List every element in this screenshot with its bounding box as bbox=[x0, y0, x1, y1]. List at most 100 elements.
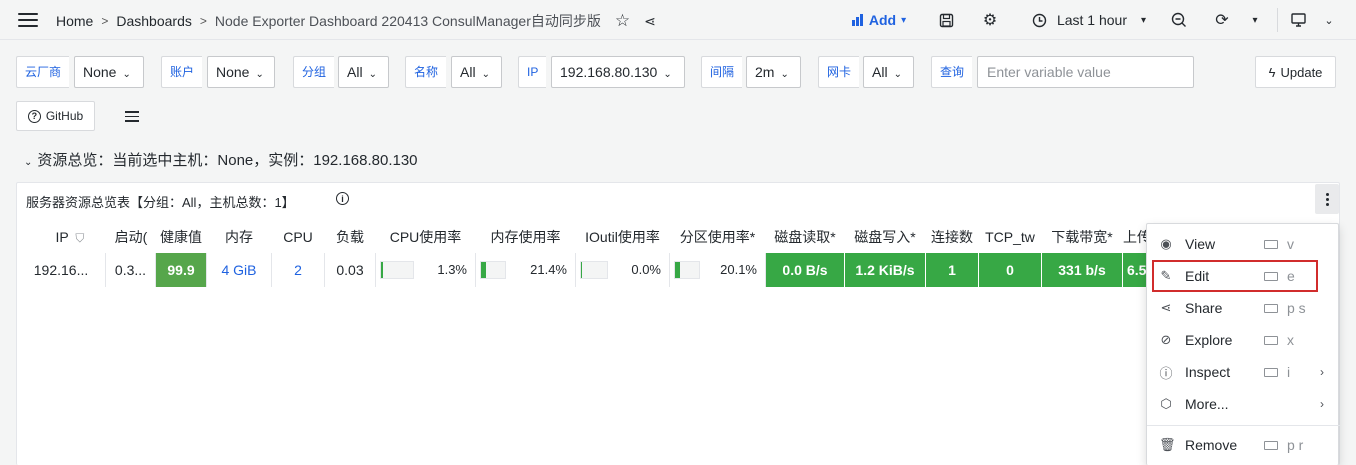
chevron-down-icon: ⌄ bbox=[481, 69, 490, 80]
column-header-cpu-usage[interactable]: CPU使用率 bbox=[376, 223, 475, 251]
column-header-disk-read[interactable]: 磁盘读取* bbox=[766, 223, 844, 251]
cell-tcp-tw: 0 bbox=[979, 253, 1042, 287]
cube-icon: ⬡ bbox=[1160, 396, 1172, 411]
variable-select-cloud[interactable]: None ⌄ bbox=[74, 56, 144, 88]
breadcrumb-home[interactable]: Home bbox=[56, 13, 93, 29]
chevron-right-icon: > bbox=[199, 14, 207, 28]
variable-select-group[interactable]: All ⌄ bbox=[338, 56, 389, 88]
menu-item-edit[interactable]: ✎ Edit e bbox=[1152, 260, 1318, 292]
chevron-down-icon: ⌄ bbox=[122, 69, 131, 80]
cell-health: 99.9 bbox=[156, 253, 207, 287]
menu-item-view[interactable]: ◉ View v bbox=[1147, 228, 1340, 260]
chevron-down-icon: ⌄ bbox=[368, 69, 377, 80]
chevron-down-icon[interactable]: ⌄ bbox=[1320, 8, 1338, 32]
variable-label-name: 名称 bbox=[405, 56, 447, 88]
menu-item-inspect[interactable]: ⓘ Inspect i › bbox=[1147, 356, 1340, 388]
cell-mem-usage: 21.4% bbox=[476, 253, 576, 287]
add-panel-icon bbox=[851, 14, 863, 26]
variable-select-name[interactable]: All ⌄ bbox=[451, 56, 502, 88]
cell-download: 331 b/s bbox=[1042, 253, 1123, 287]
menu-item-remove[interactable]: 🗑 Remove p r bbox=[1147, 429, 1340, 461]
variable-value: None bbox=[216, 64, 250, 80]
cell-partition: 20.1% bbox=[670, 253, 766, 287]
variable-value: None bbox=[83, 64, 117, 80]
column-header-load[interactable]: 负载 bbox=[325, 223, 375, 251]
keyboard-icon bbox=[1264, 271, 1278, 281]
variable-label-interval: 间隔 bbox=[701, 56, 743, 88]
github-link-button[interactable]: ? GitHub bbox=[16, 101, 95, 131]
breadcrumb-dashboards[interactable]: Dashboards bbox=[116, 13, 192, 29]
add-label: Add bbox=[868, 12, 897, 28]
column-header-ip[interactable]: IP ⛉ bbox=[35, 223, 105, 251]
column-header-cpu[interactable]: CPU bbox=[272, 223, 324, 251]
github-label: GitHub bbox=[45, 109, 84, 123]
row-title: 资源总览：当前选中主机：None，实例：192.168.80.130 bbox=[37, 152, 418, 169]
column-header-tcp-tw[interactable]: TCP_tw bbox=[979, 223, 1041, 251]
breadcrumb: Home > Dashboards > Node Exporter Dashbo… bbox=[56, 11, 656, 31]
cell-cpu-usage: 1.3% bbox=[376, 253, 476, 287]
refresh-interval-chevron-icon[interactable]: ▾ bbox=[1246, 8, 1264, 32]
panel-menu-button[interactable] bbox=[1315, 184, 1339, 214]
server-overview-panel: 服务器资源总览表【分组：All，主机总数：1】 i IP ⛉ 启动( 健康值 内… bbox=[16, 182, 1340, 465]
time-range-picker[interactable]: Last 1 hour ▾ bbox=[1024, 8, 1154, 32]
chevron-down-icon: ⌄ bbox=[255, 69, 264, 80]
star-icon[interactable]: ☆ bbox=[615, 11, 630, 31]
menu-shortcut: p s bbox=[1287, 300, 1306, 316]
clock-icon bbox=[1032, 13, 1047, 27]
variable-select-nic[interactable]: All ⌄ bbox=[863, 56, 914, 88]
menu-item-more[interactable]: ⬡ More... › bbox=[1147, 388, 1340, 420]
column-header-ioutil[interactable]: IOutil使用率 bbox=[576, 223, 669, 251]
column-header-memory[interactable]: 内存 bbox=[207, 223, 271, 251]
eye-icon: ◉ bbox=[1160, 236, 1172, 251]
partition-gauge bbox=[674, 261, 700, 279]
cell-ioutil: 0.0% bbox=[576, 253, 670, 287]
variable-select-ip[interactable]: 192.168.80.130 ⌄ bbox=[551, 56, 685, 88]
keyboard-icon bbox=[1264, 303, 1278, 313]
variable-label-account: 账户 bbox=[161, 56, 203, 88]
menu-item-label: Share bbox=[1185, 300, 1223, 316]
save-icon[interactable] bbox=[935, 8, 957, 32]
variable-value: 192.168.80.130 bbox=[560, 64, 658, 80]
column-header-mem-usage[interactable]: 内存使用率 bbox=[476, 223, 575, 251]
tv-mode-icon[interactable] bbox=[1287, 8, 1309, 32]
column-header-health[interactable]: 健康值 bbox=[156, 223, 206, 251]
share-icon[interactable]: ⋖ bbox=[644, 13, 656, 30]
menu-item-explore[interactable]: ⊘ Explore x bbox=[1147, 324, 1340, 356]
cell-disk-write: 1.2 KiB/s bbox=[845, 253, 926, 287]
time-range-label: Last 1 hour bbox=[1056, 12, 1128, 28]
filter-icon[interactable]: ⛉ bbox=[75, 231, 84, 245]
column-header-connections[interactable]: 连接数 bbox=[926, 223, 978, 251]
variable-select-interval[interactable]: 2m ⌄ bbox=[746, 56, 801, 88]
zoom-out-icon[interactable] bbox=[1168, 8, 1190, 32]
list-icon[interactable] bbox=[125, 111, 139, 122]
keyboard-icon bbox=[1264, 335, 1278, 345]
column-header-download[interactable]: 下载带宽* bbox=[1042, 223, 1122, 251]
chevron-down-icon: ▾ bbox=[901, 14, 907, 26]
mem-usage-value: 21.4% bbox=[530, 262, 567, 277]
variable-value: 2m bbox=[755, 64, 775, 80]
column-header-partition[interactable]: 分区使用率* bbox=[670, 223, 765, 251]
share-icon: ⋖ bbox=[1160, 300, 1172, 315]
cell-cpu[interactable]: 2 bbox=[272, 253, 325, 287]
row-collapse-toggle[interactable]: ⌄ 资源总览：当前选中主机：None，实例：192.168.80.130 bbox=[24, 149, 418, 170]
panel-title: 服务器资源总览表【分组：All，主机总数：1】 bbox=[26, 195, 295, 210]
refresh-icon[interactable]: ⟳ bbox=[1211, 8, 1233, 32]
column-header-uptime[interactable]: 启动( bbox=[106, 223, 156, 251]
update-button[interactable]: ϟ Update bbox=[1255, 56, 1336, 88]
info-icon[interactable]: i bbox=[336, 192, 349, 205]
variable-select-account[interactable]: None ⌄ bbox=[207, 56, 275, 88]
chevron-right-icon: › bbox=[1320, 397, 1324, 411]
cell-connections: 1 bbox=[926, 253, 979, 287]
cell-memory[interactable]: 4 GiB bbox=[207, 253, 272, 287]
menu-icon[interactable] bbox=[18, 13, 38, 27]
keyboard-icon bbox=[1264, 239, 1278, 249]
query-input[interactable] bbox=[977, 56, 1194, 88]
gauge-fill bbox=[581, 262, 582, 278]
update-label: Update bbox=[1280, 64, 1323, 80]
chevron-down-icon: ⌄ bbox=[780, 69, 789, 80]
menu-item-share[interactable]: ⋖ Share p s bbox=[1147, 292, 1340, 324]
column-header-disk-write[interactable]: 磁盘写入* bbox=[845, 223, 925, 251]
chevron-down-icon: ⌄ bbox=[893, 69, 902, 80]
add-button[interactable]: Add ▾ bbox=[845, 8, 913, 32]
gear-icon[interactable]: ⚙ bbox=[979, 8, 1001, 32]
